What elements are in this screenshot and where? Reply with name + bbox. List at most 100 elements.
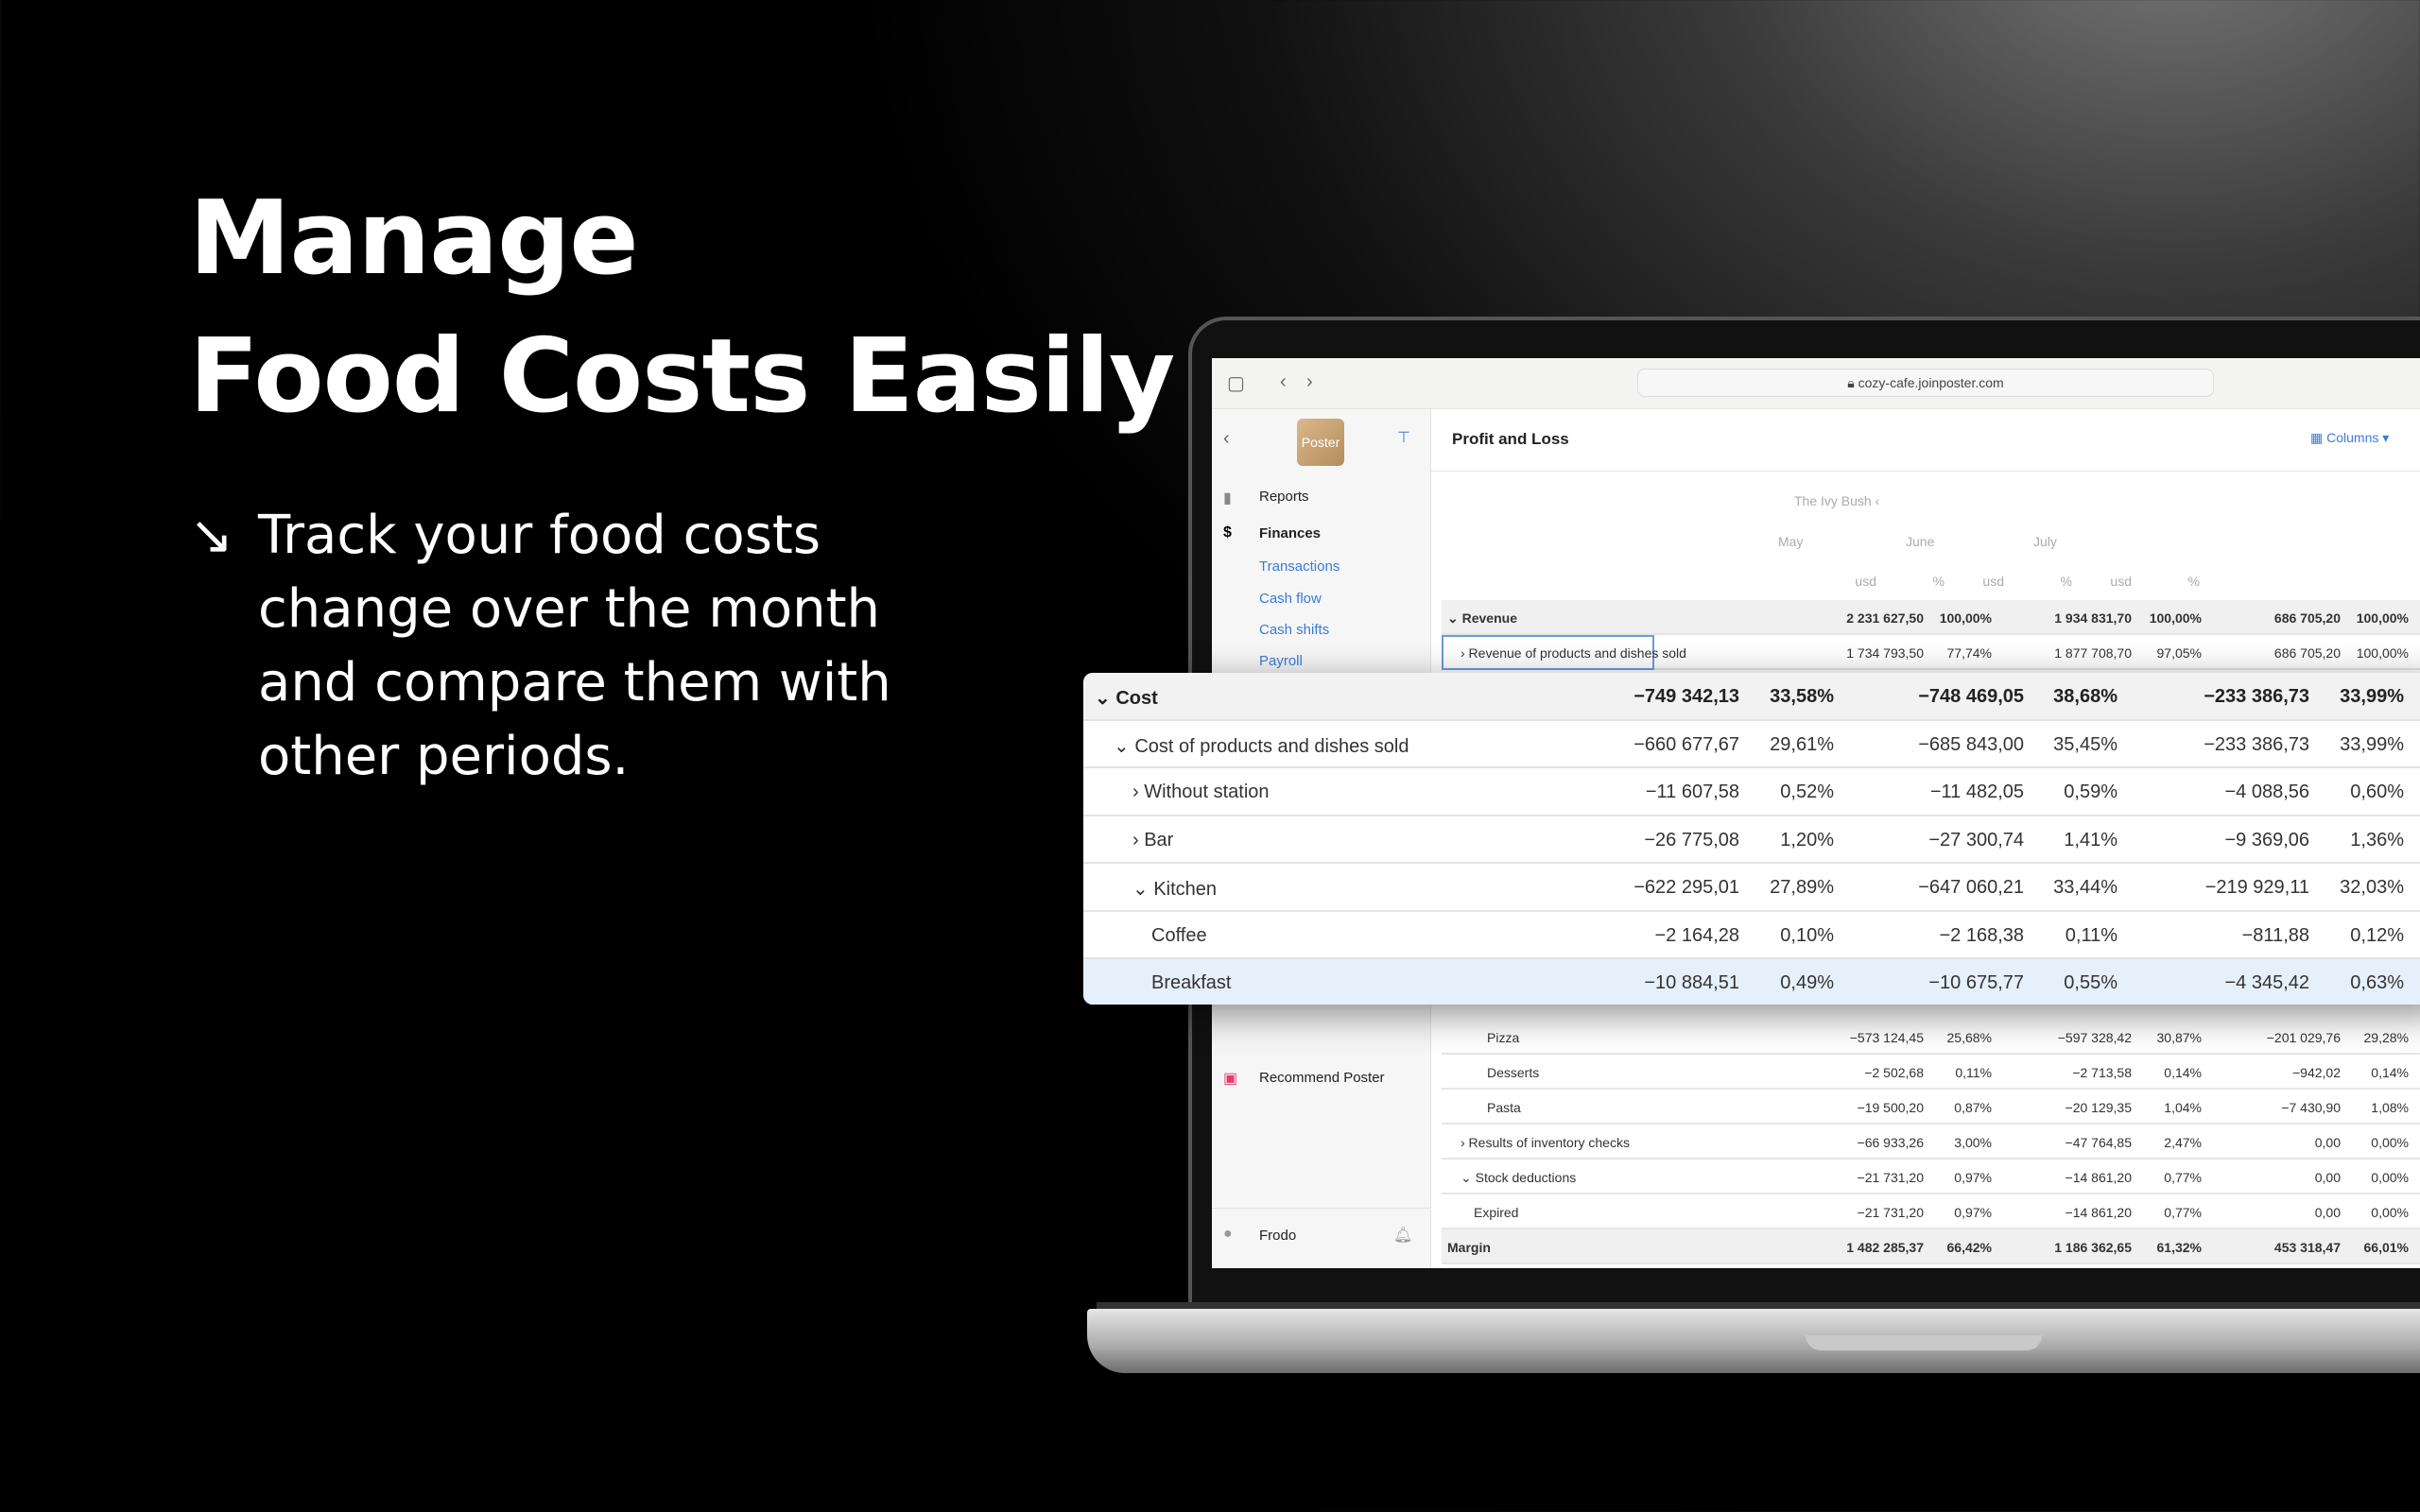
row-value: 0,12% [2350,924,2404,946]
row-value: 0,11% [1955,1065,1992,1080]
row-value: −11 607,58 [1645,782,1739,802]
cost-row[interactable]: ⌄ Kitchen −622 295,01 27,89% −647 060,21 33,… [1083,864,2420,912]
row-value: 0,97% [1954,1205,1992,1220]
row-value: 0,60% [2350,782,2404,802]
sidebar-item-reports[interactable]: Reports [1259,489,1309,505]
row-value: 32,03% [2340,877,2404,898]
columns-button[interactable]: ▦ Columns ▾ [2310,430,2389,446]
row-value: −233 386,73 [2204,686,2309,707]
sidebar-item-finances[interactable]: Finances [1259,525,1321,541]
table-row[interactable]: Desserts −2 502,68 0,11% −2 713,58 0,14% −942… [1442,1055,2420,1090]
page-title: Profit and Loss [1452,430,1569,448]
poster-logo: Poster [1297,419,1344,466]
collapse-icon[interactable]: ‹ [1223,428,1230,450]
row-value: 0,97% [1954,1170,1992,1185]
url-bar[interactable]: 🔒︎ cozy-cafe.joinposter.com [1637,369,2214,397]
row-value: 1 934 831,70 [2054,610,2132,626]
hero-title: Manage Food Costs Easily [189,170,1175,446]
unit-header: usd [1982,574,2004,589]
row-value: 1 186 362,65 [2054,1240,2132,1255]
page-header: Profit and Loss ▦ Columns ▾ [1431,409,2420,472]
row-value: −2 168,38 [1939,924,2024,946]
row-value: 686 705,20 [2273,645,2341,661]
recommend-poster-link[interactable]: Recommend Poster [1259,1070,1385,1086]
row-label: ⌄ Cost of products and dishes sold [1114,735,1409,757]
row-value: 0,55% [2064,972,2118,993]
unit-header: usd [2110,574,2132,589]
back-icon[interactable]: ‹ [1280,371,1287,393]
row-value: 0,00% [2371,1170,2409,1185]
row-value: −749 342,13 [1634,686,1739,707]
sidebar-item-payroll[interactable]: Payroll [1259,653,1303,669]
row-value: −19 500,20 [1857,1100,1924,1115]
row-value: 0,11% [2065,924,2118,946]
row-value: 97,05% [2156,645,2202,661]
row-value: 29,61% [1770,733,1834,755]
row-value: 0,00% [2371,1135,2409,1150]
row-value: 38,68% [2053,686,2118,707]
forward-icon[interactable]: › [1306,371,1313,393]
sidebar-item-transactions[interactable]: Transactions [1259,558,1340,575]
row-label: Expired [1474,1205,1519,1220]
row-value: −647 060,21 [1918,877,2024,898]
row-label: › Without station [1132,782,1270,802]
row-value: 0,77% [2164,1205,2202,1220]
cost-row[interactable]: › Without station −11 607,58 0,52% −11 482,… [1083,768,2420,816]
row-label: Desserts [1487,1065,1540,1080]
table-row[interactable]: Pasta −19 500,20 0,87% −20 129,35 1,04% −7 43… [1442,1090,2420,1125]
table-row[interactable]: Pizza −573 124,45 25,68% −597 328,42 30,87% −… [1442,1020,2420,1055]
pin-icon[interactable]: ⊤ [1397,428,1410,447]
row-value: −7 430,90 [2281,1100,2341,1115]
row-value: 1,04% [2164,1100,2202,1115]
row-value: 0,10% [1780,924,1834,946]
laptop-notch [1806,1335,2042,1350]
row-value: −10 884,51 [1644,972,1739,993]
cost-row[interactable]: Coffee −2 164,28 0,10% −2 168,38 0,11% −811,8… [1083,912,2420,959]
table-row[interactable]: Margin 1 482 285,37 66,42% 1 186 362,65 61,3… [1442,1229,2420,1264]
row-label: Pizza [1487,1030,1520,1045]
cost-row[interactable]: ⌄ Cost −749 342,13 33,58% −748 469,05 38,68%… [1083,673,2420,721]
pct-header: % [2060,574,2072,589]
row-label: ⌄ Cost [1095,688,1158,709]
table-row[interactable]: Expired −21 731,20 0,97% −14 861,20 0,77% 0,0… [1442,1194,2420,1229]
row-value: −27 300,74 [1928,829,2024,850]
row-value: 0,49% [1780,972,1834,993]
row-label: ⌄ Stock deductions [1461,1170,1577,1185]
user-menu[interactable]: Frodo [1259,1228,1296,1244]
cost-row[interactable]: › Bar −26 775,08 1,20% −27 300,74 1,41% −9 36… [1083,816,2420,864]
row-value: 33,99% [2340,686,2404,707]
row-value: 100,00% [1939,610,1992,626]
table-row[interactable]: › Revenue of products and dishes sold 1 7… [1442,635,2420,670]
month-header: July [2033,534,2057,549]
table-row[interactable]: ⌄ Revenue 2 231 627,50 100,00% 1 934 831,70… [1442,600,2420,635]
row-value: 1,08% [2371,1100,2409,1115]
sidebar-item-cash-flow[interactable]: Cash flow [1259,591,1322,607]
row-value: −4 345,42 [2224,972,2309,993]
row-value: −4 088,56 [2224,782,2309,802]
cost-row[interactable]: ⌄ Cost of products and dishes sold −660 6… [1083,721,2420,768]
row-value: −233 386,73 [2204,733,2309,755]
bell-icon[interactable]: 🔔︎ [1393,1226,1412,1245]
row-value: −685 843,00 [1918,733,2024,755]
hero-title-line2: Food Costs Easily [189,318,1175,436]
row-label: › Bar [1132,829,1174,850]
sidebar-item-cash-shifts[interactable]: Cash shifts [1259,622,1329,638]
row-value: −573 124,45 [1849,1030,1924,1045]
sidebar-toggle-icon[interactable]: ▢ [1227,371,1245,395]
table-row[interactable]: ⌄ Stock deductions −21 731,20 0,97% −14 861… [1442,1160,2420,1194]
row-value: −14 861,20 [2065,1170,2132,1185]
row-value: −597 328,42 [2057,1030,2132,1045]
row-value: 66,01% [2363,1240,2409,1255]
user-avatar-icon: ● [1223,1226,1233,1242]
hero-title-line1: Manage [189,180,639,298]
row-label: › Revenue of products and dishes sold [1461,645,1686,661]
cost-row[interactable]: Breakfast −10 884,51 0,49% −10 675,77 0,55% −… [1083,959,2420,1005]
row-value: 0,14% [2371,1065,2409,1080]
table-row[interactable]: › Results of inventory checks −66 933,26 3… [1442,1125,2420,1160]
row-value: −20 129,35 [2065,1100,2132,1115]
browser-toolbar: ▢ ‹ › 🔒︎ cozy-cafe.joinposter.com [1212,358,2420,409]
establishment-header[interactable]: The Ivy Bush ‹ [1794,493,1879,508]
row-value: 0,00 [2314,1135,2341,1150]
row-value: 0,00 [2314,1205,2341,1220]
pct-header: % [1932,574,1945,589]
